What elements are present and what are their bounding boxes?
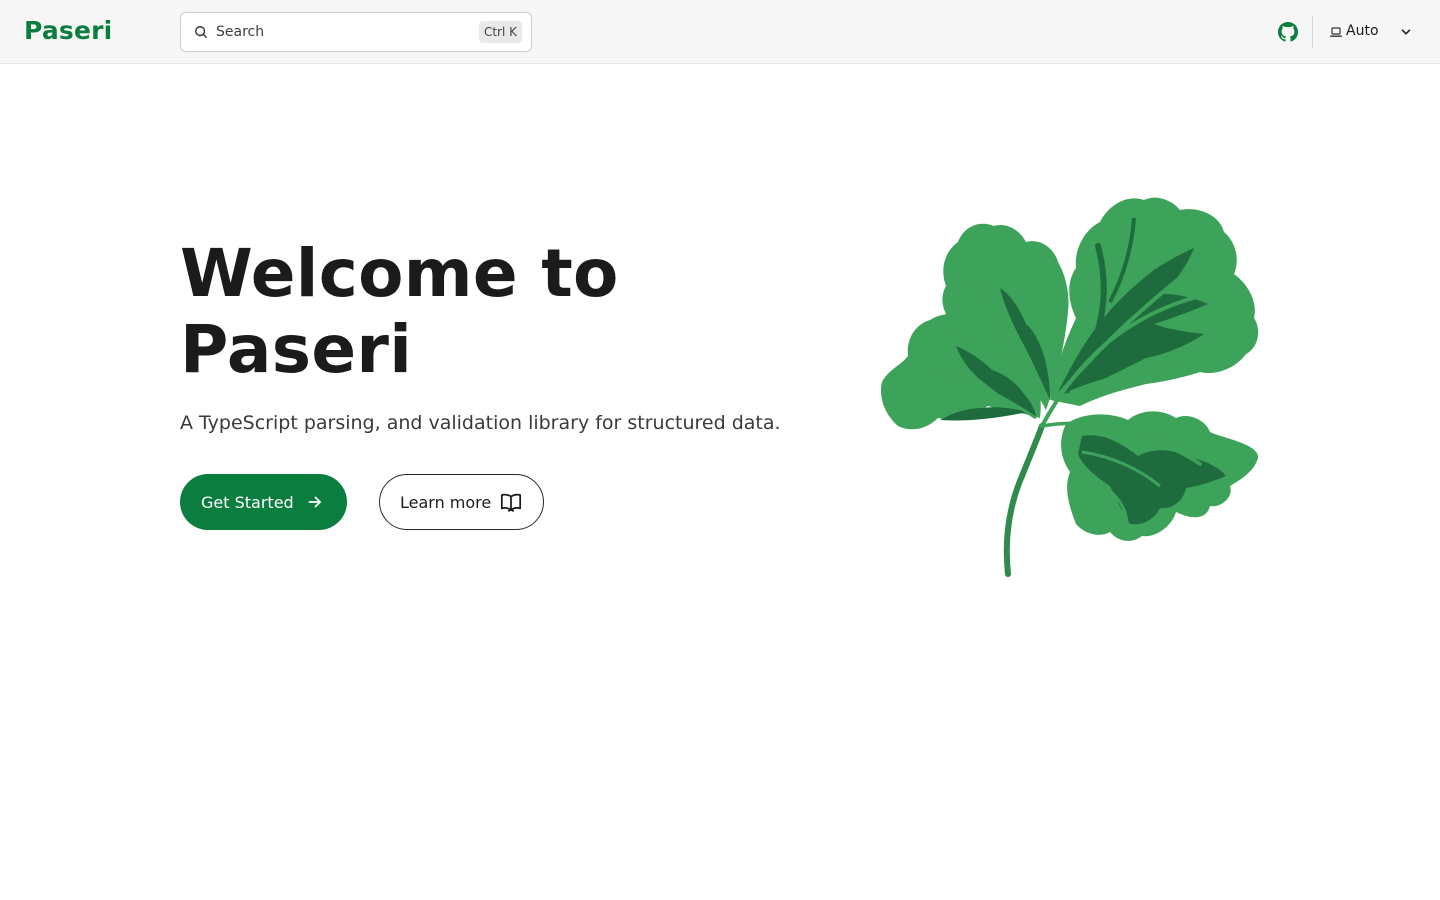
get-started-button[interactable]: Get Started: [180, 474, 347, 530]
search-button[interactable]: Search Ctrl K: [180, 12, 532, 52]
brand-logo-link[interactable]: Paseri: [24, 14, 112, 48]
learn-more-label: Learn more: [400, 492, 492, 512]
search-icon: [195, 26, 207, 38]
book-open-icon: [500, 493, 522, 512]
top-navbar: Paseri Search Ctrl K Auto: [0, 0, 1440, 64]
hero-title: Welcome to Paseri: [180, 235, 619, 388]
theme-select[interactable]: Auto: [1324, 16, 1420, 48]
chevron-down-icon: [1401, 29, 1411, 35]
arrow-right-icon: [308, 496, 321, 508]
hero-subtitle: A TypeScript parsing, and validation lib…: [180, 412, 781, 434]
parsley-leaf-illustration: [880, 197, 1259, 577]
search-placeholder: Search: [216, 24, 265, 40]
github-icon: [1278, 22, 1298, 42]
search-shortcut-hint: Ctrl K: [478, 21, 522, 43]
get-started-label: Get Started: [201, 492, 294, 512]
github-link[interactable]: [1278, 22, 1298, 42]
learn-more-button[interactable]: Learn more: [379, 474, 544, 530]
laptop-icon: [1330, 27, 1342, 37]
theme-select-value: Auto: [1346, 23, 1379, 39]
header-divider: [1312, 16, 1313, 48]
